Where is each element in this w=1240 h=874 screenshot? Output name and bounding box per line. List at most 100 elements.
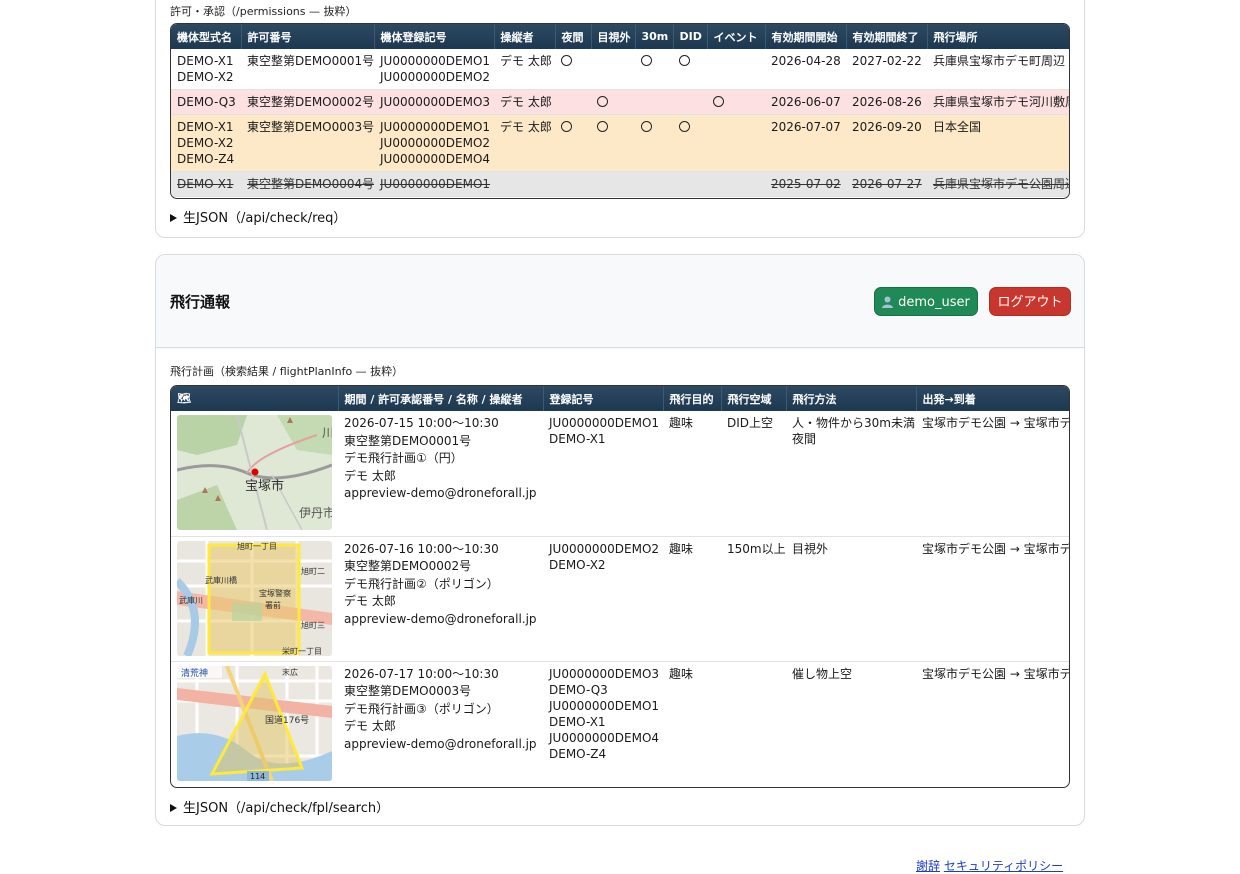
valid-start: 2025-07-02: [765, 171, 846, 197]
registration-cell: JU0000000DEMO1 DEMO-X1: [543, 411, 663, 537]
permissions-column-header: 許可番号: [241, 24, 375, 49]
user-button[interactable]: demo_user: [874, 287, 978, 316]
map-label: 栄町一丁目: [282, 646, 322, 656]
plan-pilot: デモ 太郎: [344, 468, 396, 483]
permissions-column-header: 30m: [635, 24, 674, 49]
circle-mark-icon: [561, 55, 572, 66]
logout-button[interactable]: ログアウト: [989, 287, 1071, 316]
permissions-column-header: DID: [673, 24, 708, 49]
model-name: DEMO-Z4: [177, 152, 235, 166]
permission-row[interactable]: DEMO-X1 DEMO-X2 東空整第DEMO0001号 JU0000000DEMO…: [171, 49, 1069, 90]
thanks-link[interactable]: 謝辞: [916, 859, 940, 873]
flag-cell-did: [673, 171, 707, 197]
flag-cell-m30: [635, 49, 673, 90]
security-policy-link[interactable]: セキュリティポリシー: [944, 859, 1063, 873]
permit-number: 東空整第DEMO0004号: [241, 171, 374, 197]
valid-start: 2026-07-07: [765, 114, 846, 172]
flight-plan-row[interactable]: 宝塚市 伊丹市 川 2026-07-15 10:00〜10:30 東空整第DEMO…: [171, 411, 1069, 537]
flag-cell-night: [555, 49, 591, 90]
circle-mark-icon: [713, 96, 724, 107]
plan-period: 2026-07-17 10:00〜10:30: [344, 666, 499, 681]
map-label: 武庫川橋: [205, 575, 237, 585]
map-thumbnail[interactable]: 清荒神 末広 国道176号 114: [177, 665, 332, 781]
flag-cell-bvlos: [591, 49, 635, 90]
registration-code: JU0000000DEMO1: [380, 120, 491, 134]
plan-info-cell: 2026-07-17 10:00〜10:30 東空整第DEMO0003号 デモ飛行計…: [338, 661, 543, 786]
flag-cell-bvlos: [591, 114, 635, 172]
circle-mark-icon: [561, 121, 572, 132]
flight-airspace: DID上空: [721, 411, 786, 537]
plan-period: 2026-07-15 10:00〜10:30: [344, 416, 499, 430]
flag-cell-bvlos: [591, 171, 635, 197]
disclosure-triangle-icon: [170, 804, 177, 812]
permissions-column-header: 夜間: [555, 24, 592, 49]
flight-report-header: 飛行通報 demo_user ログアウト: [156, 255, 1084, 348]
permissions-column-header: 目視外: [591, 24, 636, 49]
registration-code: JU0000000DEMO2: [380, 136, 491, 150]
flag-cell-did: [673, 49, 707, 90]
flag-cell-event: [707, 89, 765, 115]
plan-name: デモ飛行計画②（ポリゴン）: [344, 576, 499, 591]
registration-code: JU0000000DEMO2: [549, 541, 660, 556]
plan-permit: 東空整第DEMO0003号: [344, 684, 472, 698]
flag-cell-event: [707, 114, 765, 172]
map-cell: 清荒神 末広 国道176号 114: [171, 661, 338, 786]
permissions-column-header: イベント: [707, 24, 766, 49]
permissions-column-header: 飛行場所: [927, 24, 1069, 49]
permission-row[interactable]: DEMO-Q3 東空整第DEMO0002号 JU0000000DEMO3 デモ 太郎 2…: [171, 89, 1069, 115]
flight-report-title: 飛行通報: [170, 293, 231, 311]
registration-code: DEMO-X1: [549, 432, 606, 446]
model-name: DEMO-X2: [177, 136, 234, 150]
flight-plan-column-header: 飛行方法: [786, 386, 917, 411]
flight-place: 兵庫県宝塚市デモ公園周辺: [927, 171, 1069, 197]
model-cell: DEMO-X1: [171, 171, 241, 197]
circle-mark-icon: [641, 121, 652, 132]
map-label: 国道176号: [265, 714, 309, 726]
model-name: DEMO-X1: [177, 54, 234, 68]
permissions-table-wrap[interactable]: 機体型式名 許可番号 機体登録記号 操縦者 夜間 目視外 30m DID イベント 有効期間開始有…: [170, 23, 1070, 199]
flight-method-cell: 人・物件から30m未満 夜間: [786, 411, 916, 537]
map-thumbnail[interactable]: 旭町一丁目 旭町二 宝塚警察 署前 旭町三 武庫川橋 武庫川 栄町一丁目: [177, 540, 332, 656]
person-icon: [882, 290, 894, 319]
plan-pilot: デモ 太郎: [344, 594, 396, 608]
registration-code: DEMO-X1: [549, 714, 606, 729]
flight-plan-row[interactable]: 旭町一丁目 旭町二 宝塚警察 署前 旭町三 武庫川橋 武庫川 栄町一丁目 202…: [171, 536, 1069, 662]
permission-row[interactable]: DEMO-X1 東空整第DEMO0004号 JU0000000DEMO1 2025-0…: [171, 171, 1069, 197]
permission-row[interactable]: DEMO-X1 DEMO-X2 DEMO-Z4 東空整第DEMO0003号 JU0000…: [171, 114, 1069, 172]
circle-mark-icon: [597, 121, 608, 132]
flight-plan-column-header: 飛行空域: [721, 386, 787, 411]
flight-place: 日本全国: [927, 114, 1069, 172]
model-cell: DEMO-X1 DEMO-X2 DEMO-Z4: [171, 114, 241, 172]
model-cell: DEMO-Q3: [171, 89, 241, 115]
map-label: 伊丹市: [299, 505, 332, 520]
flight-route: 宝塚市デモ公園 → 宝塚市デモ公園: [922, 666, 1069, 681]
valid-end: 2026-08-26: [846, 89, 927, 115]
raw-json-req-toggle[interactable]: 生JSON（/api/check/req）: [170, 207, 346, 226]
registration-code: JU0000000DEMO4: [549, 730, 660, 745]
plan-permit: 東空整第DEMO0001号: [344, 433, 472, 448]
permissions-header-row: 機体型式名 許可番号 機体登録記号 操縦者 夜間 目視外 30m DID イベント 有効期間開始有…: [171, 24, 1069, 49]
raw-json-fpl-toggle[interactable]: 生JSON（/api/check/fpl/search）: [170, 797, 389, 816]
registration-cell: JU0000000DEMO3: [374, 89, 494, 115]
flight-plan-row[interactable]: 清荒神 末広 国道176号 114 2026-07-17 10:00〜10:30…: [171, 661, 1069, 786]
flight-plan-column-header: 飛行目的: [663, 386, 722, 411]
flight-plan-table-wrap[interactable]: 🗺 期間 / 許可承認番号 / 名称 / 操縦者 登録記号 飛行目的 飛行空域 飛行方法出…: [170, 385, 1070, 788]
flight-plan-column-header: 出発→到着: [916, 386, 1069, 411]
map-label: 川: [322, 426, 332, 440]
map-thumbnail[interactable]: 宝塚市 伊丹市 川: [177, 415, 332, 530]
footer-links: 謝辞 セキュリティポリシー: [916, 857, 1063, 874]
plan-info-cell: 2026-07-15 10:00〜10:30 東空整第DEMO0001号 デモ飛行計…: [338, 411, 543, 537]
map-label: 武庫川: [179, 595, 203, 605]
flight-purpose: 趣味: [663, 411, 721, 537]
flight-method-cell: 催し物上空: [786, 661, 916, 786]
registration-code: DEMO-Z4: [549, 746, 607, 761]
plan-permit: 東空整第DEMO0002号: [344, 559, 472, 573]
permit-number: 東空整第DEMO0003号: [241, 114, 374, 172]
permissions-column-header: 機体型式名: [171, 24, 242, 49]
permissions-card: 許可・承認（/permissions — 抜粋） 機体型式名 許可番号 機体登録記号…: [155, 0, 1085, 238]
map-label: 旭町二: [301, 566, 325, 576]
flight-purpose: 趣味: [669, 666, 694, 681]
registration-code: JU0000000DEMO2: [380, 70, 491, 84]
flight-place: 兵庫県宝塚市デモ河川敷周辺: [927, 89, 1069, 115]
map-label: 署前: [265, 600, 281, 610]
